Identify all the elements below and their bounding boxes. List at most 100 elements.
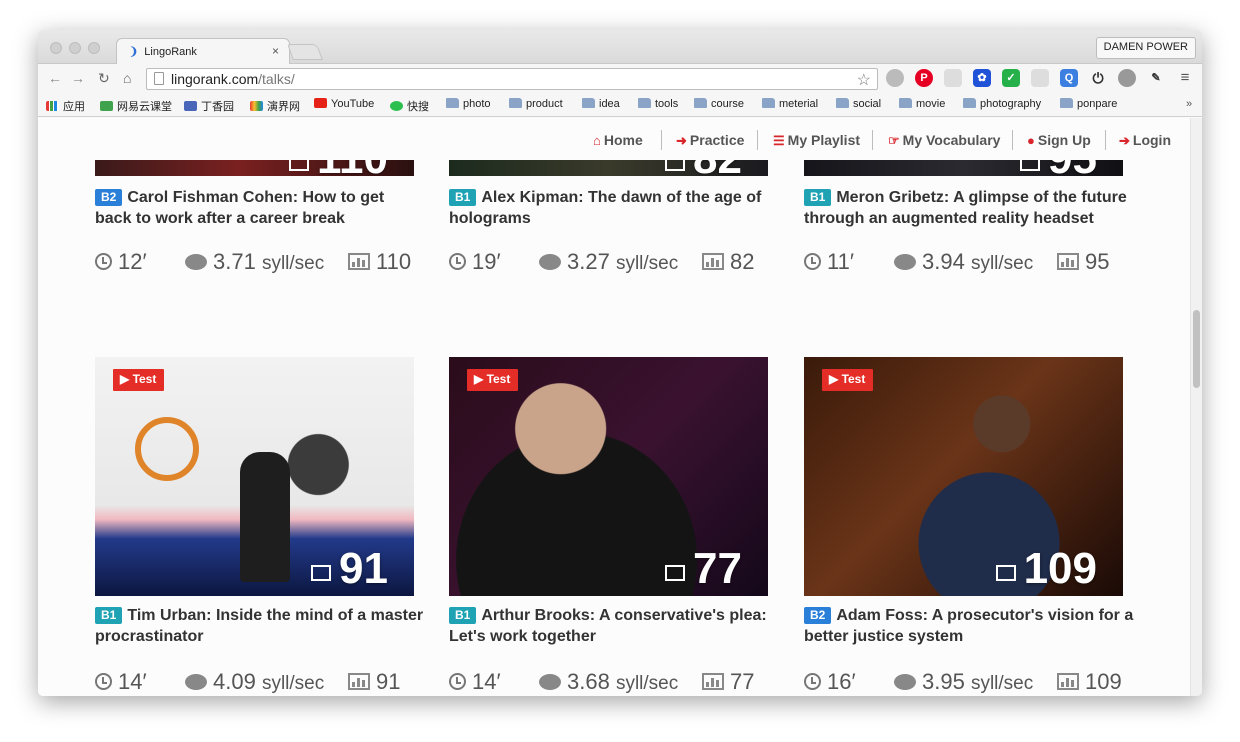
speech-bubble-icon xyxy=(894,254,916,270)
test-badge[interactable]: ▶ Test xyxy=(822,369,874,391)
login-icon: ➔ xyxy=(1119,133,1130,148)
circle-extension-icon[interactable] xyxy=(1118,69,1136,87)
translate-extension-icon[interactable]: Q xyxy=(1060,69,1078,87)
bookmark-folder[interactable]: photo xyxy=(446,98,491,110)
bookmark-folder[interactable]: movie xyxy=(899,98,945,110)
bookmark-folder[interactable]: meterial xyxy=(762,98,818,110)
page-content: 110 B2Carol Fishman Cohen: How to get ba… xyxy=(38,118,1190,696)
bookmark-item[interactable]: 演界网 xyxy=(250,98,300,114)
level-badge: B1 xyxy=(449,607,477,624)
paw-extension-icon[interactable]: ✿ xyxy=(973,69,991,87)
folder-icon xyxy=(694,98,707,108)
pinterest-extension-icon[interactable]: P xyxy=(915,69,933,87)
bookmark-folder[interactable]: course xyxy=(694,98,744,110)
talk-stats: 16′ 3.95 syll/sec 109 xyxy=(804,669,1144,696)
bookmark-item[interactable]: YouTube xyxy=(314,98,374,110)
list-icon: ☰ xyxy=(773,133,785,148)
talk-thumbnail[interactable]: ▶ Test 109 xyxy=(804,357,1123,596)
nav-login[interactable]: ➔ Login xyxy=(1119,132,1171,149)
minimize-window-button[interactable] xyxy=(69,42,81,54)
talk-title[interactable]: B2 Carol Fishman Cohen: How to get back t… xyxy=(95,187,425,229)
url-path: /talks/ xyxy=(258,71,295,87)
bookmark-star-icon[interactable]: ☆ xyxy=(857,70,871,90)
test-badge[interactable]: ▶ Test xyxy=(113,369,165,391)
bar-chart-icon xyxy=(995,565,1016,581)
bookmarks-bar: 应用 网易云课堂 丁香园 演界网 YouTube 快搜 photo produc… xyxy=(38,93,1202,117)
power-extension-icon[interactable]: ⏻ xyxy=(1089,69,1107,87)
vertical-scrollbar[interactable] xyxy=(1190,118,1202,696)
new-tab-button[interactable] xyxy=(287,44,323,60)
folder-icon xyxy=(1060,98,1073,108)
bookmark-apps[interactable]: 应用 xyxy=(46,98,85,114)
reload-icon[interactable]: ↻ xyxy=(98,70,110,87)
bookmark-folder[interactable]: tools xyxy=(638,98,678,110)
close-window-button[interactable] xyxy=(50,42,62,54)
arrow-circle-icon: ➜ xyxy=(676,133,687,148)
url-host: lingorank.com xyxy=(171,71,259,87)
hand-pointer-icon: ☞ xyxy=(888,133,900,148)
nav-divider xyxy=(757,130,758,150)
talk-title[interactable]: B2 Adam Foss: A prosecutor's vision for a… xyxy=(804,605,1134,647)
clock-icon xyxy=(95,253,112,270)
green-search-icon xyxy=(390,101,403,111)
talk-title[interactable]: B1 Meron Gribetz: A glimpse of the future… xyxy=(804,187,1134,229)
bar-chart-icon xyxy=(702,673,724,690)
bookmark-item[interactable]: 快搜 xyxy=(390,98,429,114)
nav-practice[interactable]: ➜ Practice xyxy=(676,132,744,149)
bookmark-folder[interactable]: idea xyxy=(582,98,620,110)
flower-icon xyxy=(184,101,197,111)
bookmark-folder[interactable]: social xyxy=(836,98,881,110)
bookmark-folder[interactable]: ponpare xyxy=(1060,98,1117,110)
rainbow-icon xyxy=(250,101,263,111)
forward-icon[interactable]: → xyxy=(71,70,85,86)
bookmark-item[interactable]: 丁香园 xyxy=(184,98,234,114)
back-icon[interactable]: ← xyxy=(48,70,62,86)
talk-score-overlay: 91 xyxy=(311,544,388,594)
scrollbar-thumb[interactable] xyxy=(1193,310,1200,388)
test-badge[interactable]: ▶ Test xyxy=(467,369,519,391)
globe-extension-icon[interactable] xyxy=(886,69,904,87)
browser-tab[interactable]: ❩ LingoRank × xyxy=(116,38,290,65)
level-badge: B1 xyxy=(95,607,123,624)
nav-divider xyxy=(1012,130,1013,150)
bookmark-item[interactable]: 网易云课堂 xyxy=(100,98,172,114)
talk-title[interactable]: B1 Arthur Brooks: A conservative's plea: … xyxy=(449,605,779,647)
page-icon xyxy=(154,72,164,85)
more-bookmarks-icon[interactable]: » xyxy=(1186,98,1192,110)
nav-my-playlist[interactable]: ☰ My Playlist xyxy=(773,132,860,149)
nav-home[interactable]: ⌂ Home xyxy=(593,132,643,148)
evernote-extension-icon[interactable]: ✎ xyxy=(1147,69,1165,87)
clock-icon xyxy=(449,253,466,270)
talk-title[interactable]: B1 Tim Urban: Inside the mind of a master… xyxy=(95,605,425,647)
speech-bubble-icon xyxy=(185,674,207,690)
talk-stats: 19′ 3.27 syll/sec 82 xyxy=(449,249,789,277)
level-badge: B1 xyxy=(804,189,832,206)
talk-thumbnail[interactable]: ▶ Test 77 xyxy=(449,357,768,596)
bar-chart-icon xyxy=(348,673,370,690)
menu-icon[interactable]: ≡ xyxy=(1176,69,1194,87)
talk-thumbnail[interactable]: ▶ Test 91 xyxy=(95,357,414,596)
clock-icon xyxy=(449,673,466,690)
c-extension-icon[interactable] xyxy=(1031,69,1049,87)
talk-title[interactable]: B1 Alex Kipman: The dawn of the age of ho… xyxy=(449,187,779,229)
level-badge: B2 xyxy=(95,189,123,206)
profile-button[interactable]: DAMEN POWER xyxy=(1095,37,1196,59)
address-bar[interactable]: lingorank.com/talks/ ☆ xyxy=(146,68,878,90)
talk-score-overlay: 77 xyxy=(665,544,742,594)
nav-my-vocabulary[interactable]: ☞ My Vocabulary xyxy=(888,132,1000,149)
bar-chart-icon xyxy=(702,253,724,270)
cat-extension-icon[interactable] xyxy=(944,69,962,87)
shield-extension-icon[interactable]: ✓ xyxy=(1002,69,1020,87)
tab-title: LingoRank xyxy=(144,46,197,58)
bookmark-folder[interactable]: photography xyxy=(963,98,1041,110)
home-icon[interactable]: ⌂ xyxy=(123,70,131,86)
folder-icon xyxy=(762,98,775,108)
bookmark-folder[interactable]: product xyxy=(509,98,563,110)
level-badge: B1 xyxy=(449,189,477,206)
tab-close-icon[interactable]: × xyxy=(272,44,279,58)
nav-sign-up[interactable]: ● Sign Up xyxy=(1027,132,1091,148)
folder-icon xyxy=(638,98,651,108)
folder-icon xyxy=(836,98,849,108)
speech-bubble-icon xyxy=(185,254,207,270)
zoom-window-button[interactable] xyxy=(88,42,100,54)
